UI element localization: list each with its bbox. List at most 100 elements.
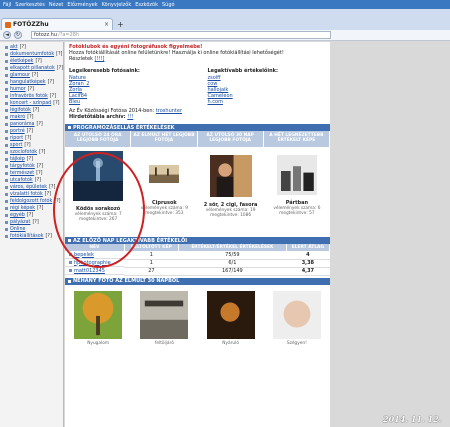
category-link[interactable]: életképek	[10, 59, 33, 64]
bridge-photo[interactable]	[138, 290, 190, 339]
sidebar-category[interactable]: koncert - színpad [?]	[5, 100, 63, 107]
category-link[interactable]: tárgyfotók	[10, 164, 35, 169]
sidebar-category[interactable]: portré [?]	[5, 128, 63, 135]
category-link[interactable]: elkapott pillanatok	[10, 66, 55, 71]
sidebar-category[interactable]: sport [?]	[5, 142, 63, 149]
baby-photo[interactable]	[271, 290, 323, 339]
category-link[interactable]: glamour	[10, 73, 30, 78]
photographer-link[interactable]: Bleu	[69, 99, 188, 105]
user-link[interactable]: bepelek	[74, 252, 94, 258]
sidebar-category[interactable]: panoráma [?]	[5, 121, 63, 128]
menu-tools[interactable]: Eszközök	[135, 2, 158, 8]
category-count[interactable]: [?]	[49, 185, 55, 190]
cypress-photo[interactable]	[139, 165, 189, 195]
category-count[interactable]: [?]	[46, 234, 52, 239]
photo-card[interactable]: Pártban vélemények száma: 6 megtekintve:…	[264, 147, 330, 237]
user-link[interactable]: matt012345	[74, 268, 105, 274]
sidebar-category[interactable]: akt [?]	[5, 44, 63, 51]
sidebar-category[interactable]: légifotók [?]	[5, 107, 63, 114]
photo-title[interactable]: feltöljáró	[131, 341, 197, 346]
sidebar-category[interactable]: glamour [?]	[5, 72, 63, 79]
category-link[interactable]: pályázat	[10, 220, 30, 225]
category-count[interactable]: [?]	[53, 101, 59, 106]
menu-history[interactable]: Előzmények	[67, 2, 97, 8]
sidebar-category[interactable]: szociofotók [?]	[5, 149, 63, 156]
name[interactable]: bepelek	[65, 251, 125, 259]
sidebar-category[interactable]: Online	[5, 226, 63, 233]
category-link[interactable]: akt	[10, 45, 18, 50]
category-link[interactable]: egyéb	[10, 213, 25, 218]
category-count[interactable]: [?]	[36, 122, 42, 127]
category-link[interactable]: koncert - színpad	[10, 101, 51, 106]
menu-help[interactable]: Súgó	[162, 2, 175, 8]
category-count[interactable]: [?]	[36, 171, 42, 176]
dark-figure-photo[interactable]	[205, 290, 257, 339]
year-photographer-link[interactable]: troshunter	[156, 108, 182, 114]
photo-card[interactable]: Ködös sorakozó vélemények száma: 7 megte…	[65, 147, 131, 237]
sidebar-category[interactable]: utcafotók [?]	[5, 177, 63, 184]
category-count[interactable]: [?]	[27, 157, 33, 162]
category-link[interactable]: város, épületek	[10, 185, 47, 190]
rater-link[interactable]: h.com	[208, 99, 327, 105]
sidebar-category[interactable]: egyéb [?]	[5, 212, 63, 219]
category-count[interactable]: [?]	[28, 87, 34, 92]
sidebar-category[interactable]: elkapott pillanatok [?]	[5, 65, 63, 72]
category-link[interactable]: vízalatti fotók	[10, 192, 43, 197]
category-count[interactable]: [?]	[56, 52, 62, 57]
sidebar-category[interactable]: vízalatti fotók [?]	[5, 191, 63, 198]
menu-file[interactable]: Fájl	[3, 2, 11, 8]
bw-objects-photo[interactable]	[269, 155, 325, 195]
menu-bookmarks[interactable]: Könyvjelzők	[102, 2, 132, 8]
category-link[interactable]: feldolgozott fotók	[10, 199, 52, 204]
category-count[interactable]: [?]	[27, 213, 33, 218]
details-link[interactable]: [!!!]	[95, 56, 105, 62]
menu-edit[interactable]: Szerkesztés	[15, 2, 45, 8]
autumn-tree-photo[interactable]	[72, 290, 124, 339]
photo-card[interactable]: Nyugalom	[65, 289, 131, 349]
reload-button[interactable]: ↻	[14, 31, 22, 39]
category-count[interactable]: [?]	[37, 206, 43, 211]
sidebar-category[interactable]: város, épületek [?]	[5, 184, 63, 191]
category-link[interactable]: utcafotók	[10, 178, 33, 183]
sidebar-category[interactable]: infravörös fotók [?]	[5, 93, 63, 100]
sidebar-category[interactable]: régi képek [?]	[5, 205, 63, 212]
category-count[interactable]: [?]	[57, 66, 63, 71]
sidebar-category[interactable]: tárgyfotók [?]	[5, 163, 63, 170]
sidebar-category[interactable]: pályázat [?]	[5, 219, 63, 226]
photo-card[interactable]: Nyáruló	[198, 289, 264, 349]
category-count[interactable]: [?]	[54, 199, 60, 204]
sidebar-category[interactable]: makró [?]	[5, 114, 63, 121]
category-link[interactable]: riport	[10, 136, 23, 141]
sidebar-category[interactable]: feldolgozott fotók [?]	[5, 198, 63, 205]
category-count[interactable]: [?]	[37, 164, 43, 169]
category-link[interactable]: Online	[10, 227, 25, 232]
sidebar-category[interactable]: természet [?]	[5, 170, 63, 177]
category-count[interactable]: [?]	[27, 115, 33, 120]
category-link[interactable]: makró	[10, 115, 25, 120]
name[interactable]: matt012345	[65, 267, 125, 275]
photo-title[interactable]: Szégyen!	[264, 341, 330, 346]
category-count[interactable]: [?]	[20, 45, 26, 50]
sidebar-category[interactable]: riport [?]	[5, 135, 63, 142]
photo-card[interactable]: feltöljáró	[131, 289, 197, 349]
sidebar-category[interactable]: fotókiállítások [?]	[5, 233, 63, 240]
sidebar-category[interactable]: tájkép [?]	[5, 156, 63, 163]
browser-tab[interactable]: FOTÓZZhu ×	[1, 18, 113, 30]
category-link[interactable]: természet	[10, 171, 34, 176]
category-link[interactable]: fotókiállítások	[10, 234, 44, 239]
category-link[interactable]: panoráma	[10, 122, 34, 127]
sidebar-category[interactable]: hangulatképek [?]	[5, 79, 63, 86]
photo-card[interactable]: Ciprusok vélemények száma: 9 megtekintve…	[131, 147, 197, 237]
category-link[interactable]: humor	[10, 87, 26, 92]
category-link[interactable]: tájkép	[10, 157, 25, 162]
category-link[interactable]: régi képek	[10, 206, 35, 211]
category-link[interactable]: portré	[10, 129, 25, 134]
back-button[interactable]: ◄	[3, 31, 11, 39]
menu-view[interactable]: Nézet	[49, 2, 63, 8]
category-count[interactable]: [?]	[39, 150, 45, 155]
category-link[interactable]: szociofotók	[10, 150, 37, 155]
address-bar[interactable]: fotozz.hu /?a=28h	[31, 31, 331, 39]
photo-title[interactable]: Nyáruló	[198, 341, 264, 346]
category-count[interactable]: [?]	[25, 136, 31, 141]
portrait-photo[interactable]	[202, 155, 260, 197]
